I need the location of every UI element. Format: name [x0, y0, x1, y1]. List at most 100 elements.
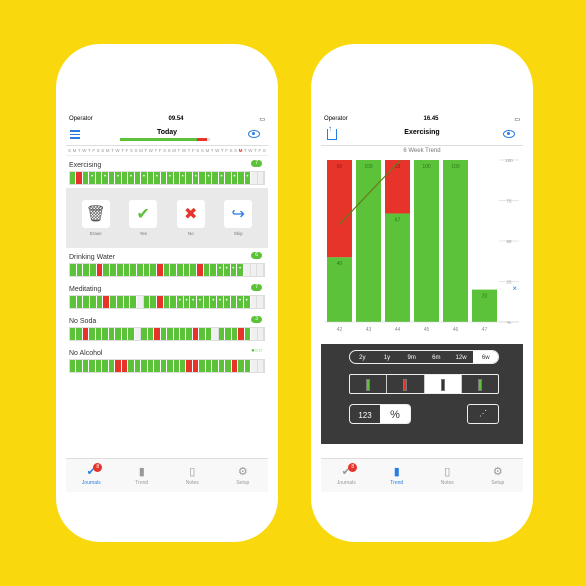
check-icon[interactable]: ✔	[129, 200, 158, 228]
day-cell[interactable]	[170, 264, 177, 276]
day-cell[interactable]	[96, 296, 104, 308]
day-cell[interactable]	[156, 264, 164, 276]
tab-setup[interactable]: ⚙ Setup	[218, 459, 269, 492]
eye-icon[interactable]	[248, 130, 260, 138]
day-cell[interactable]	[257, 296, 264, 308]
tab-notes[interactable]: ▯ Notes	[422, 459, 473, 492]
tab-journals[interactable]: ✔ Journals 8	[66, 459, 117, 492]
day-cell[interactable]	[250, 264, 258, 276]
day-cell[interactable]	[163, 264, 171, 276]
tab-setup[interactable]: ⚙ Setup	[473, 459, 524, 492]
range-option-2y[interactable]: 2y	[350, 351, 375, 363]
day-cell[interactable]	[203, 264, 211, 276]
day-cell[interactable]	[103, 296, 111, 308]
day-cell[interactable]	[83, 264, 91, 276]
day-cell[interactable]	[177, 296, 184, 308]
day-cell[interactable]	[183, 296, 191, 308]
day-cell[interactable]	[223, 264, 231, 276]
day-cell[interactable]	[183, 264, 191, 276]
day-cell[interactable]	[130, 264, 137, 276]
day-cell[interactable]	[150, 264, 157, 276]
day-cell[interactable]	[76, 296, 84, 308]
day-cell[interactable]	[90, 264, 97, 276]
day-cell[interactable]	[230, 296, 238, 308]
day-cell[interactable]	[136, 264, 144, 276]
range-option-6m[interactable]: 6m	[424, 351, 449, 363]
range-option-6w[interactable]: 6w	[473, 351, 498, 363]
day-cell[interactable]	[190, 296, 198, 308]
range-option-9m[interactable]: 9m	[399, 351, 424, 363]
percent-mode-button[interactable]: %	[380, 405, 410, 423]
day-cell[interactable]	[210, 264, 218, 276]
habit-row[interactable]: No Soda 3	[66, 312, 268, 344]
habit-row[interactable]: No Alcohol ●○○	[66, 344, 268, 376]
tab-trend[interactable]: ▮ Trend	[117, 459, 168, 492]
day-cell[interactable]	[76, 264, 84, 276]
habit-row[interactable]: Drinking Water 6	[66, 248, 268, 280]
day-cell[interactable]	[210, 296, 218, 308]
eye-icon[interactable]	[503, 130, 515, 138]
day-cell[interactable]	[217, 264, 224, 276]
day-cell[interactable]	[223, 296, 231, 308]
day-cell[interactable]	[110, 264, 117, 276]
day-cell[interactable]	[230, 264, 238, 276]
day-cell[interactable]	[130, 296, 137, 308]
day-cell[interactable]	[170, 296, 177, 308]
day-cell[interactable]	[257, 264, 264, 276]
day-cell[interactable]	[110, 296, 117, 308]
habit-day-cells[interactable]	[69, 295, 265, 309]
day-cell[interactable]	[123, 296, 131, 308]
habit-row[interactable]: Meditating 7	[66, 280, 268, 312]
range-option-12w[interactable]: 12w	[449, 351, 474, 363]
skip-icon[interactable]: ↪	[224, 200, 253, 228]
day-cell[interactable]	[70, 264, 77, 276]
day-cell[interactable]	[143, 296, 151, 308]
day-cell[interactable]	[123, 264, 131, 276]
day-cell[interactable]	[237, 264, 244, 276]
habit-day-cells[interactable]	[69, 171, 265, 185]
day-cell[interactable]	[177, 264, 184, 276]
day-cell[interactable]	[143, 264, 151, 276]
day-cell[interactable]	[250, 296, 258, 308]
day-cell[interactable]	[116, 264, 124, 276]
tab-journals[interactable]: ✔ Journals 8	[321, 459, 372, 492]
day-cell[interactable]	[190, 264, 198, 276]
habit-row[interactable]: Exercising 7	[66, 156, 268, 188]
style-option-4[interactable]	[462, 375, 498, 393]
day-cell[interactable]	[197, 296, 204, 308]
count-mode-button[interactable]: 123	[350, 405, 380, 423]
day-cell[interactable]	[90, 296, 97, 308]
range-option-1y[interactable]: 1y	[375, 351, 400, 363]
habit-day-cells[interactable]	[69, 359, 265, 373]
day-cell[interactable]	[83, 296, 91, 308]
day-cell[interactable]	[197, 264, 204, 276]
day-cell[interactable]	[156, 296, 164, 308]
style-option-3[interactable]	[424, 375, 462, 393]
day-cell[interactable]	[257, 328, 265, 340]
day-cell[interactable]	[116, 296, 124, 308]
day-cell[interactable]	[96, 264, 104, 276]
day-cell[interactable]	[136, 296, 144, 308]
day-cell[interactable]	[70, 296, 77, 308]
tab-trend[interactable]: ▮ Trend	[372, 459, 423, 492]
day-cell[interactable]	[217, 296, 224, 308]
erase-action[interactable]: 🗑 Erase	[81, 200, 110, 236]
habit-day-cells[interactable]	[69, 263, 265, 277]
skip-action[interactable]: ↪ Skip	[224, 200, 253, 236]
day-cell[interactable]	[257, 172, 265, 184]
day-cell[interactable]	[103, 264, 111, 276]
habit-day-cells[interactable]	[69, 327, 265, 341]
yes-action[interactable]: ✔ Yes	[129, 200, 158, 236]
trend-line-button[interactable]: ⋰	[467, 404, 499, 424]
style-option-1[interactable]	[350, 375, 388, 393]
trash-icon[interactable]: 🗑	[81, 200, 110, 228]
tab-notes[interactable]: ▯ Notes	[167, 459, 218, 492]
day-cell[interactable]	[203, 296, 211, 308]
x-icon[interactable]: ✖	[176, 200, 205, 228]
day-cell[interactable]	[150, 296, 157, 308]
day-cell[interactable]	[237, 296, 244, 308]
day-cell[interactable]	[257, 360, 265, 372]
no-action[interactable]: ✖ No	[176, 200, 205, 236]
day-cell[interactable]	[243, 296, 251, 308]
day-cell[interactable]	[163, 296, 171, 308]
